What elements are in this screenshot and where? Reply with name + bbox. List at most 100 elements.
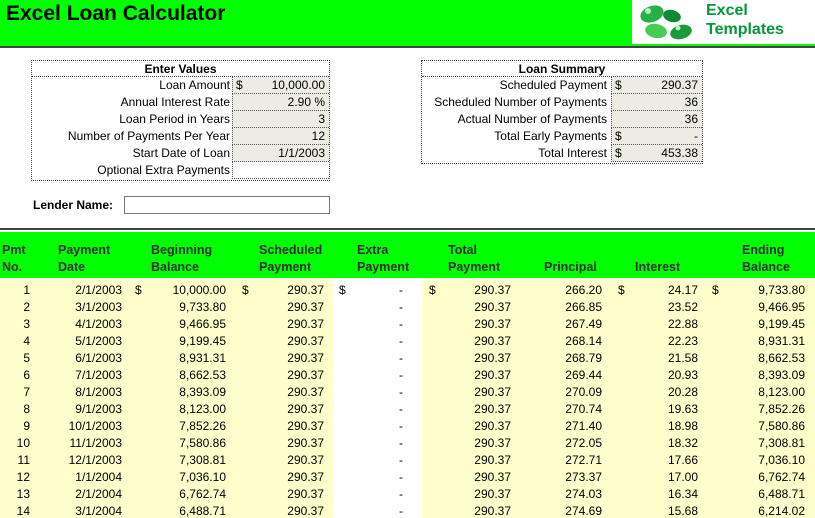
interest-cell: 22.88 (667, 317, 698, 331)
ending-balance-cell: 6,762.74 (758, 470, 805, 484)
payment-date-cell: 8/1/2003 (75, 385, 122, 399)
loan-summary-row: Total Early Payments $ - (422, 128, 702, 145)
total-payment-cell: 290.37 (474, 419, 511, 433)
summary-label: Scheduled Number of Payments (434, 95, 607, 109)
loan-summary-title: Loan Summary (422, 61, 702, 77)
schedule-row: 9 10/1/2003 7,852.26 290.37 - 290.37 271.40 18.… (0, 418, 815, 435)
loan-summary-row: Scheduled Number of Payments 36 (422, 94, 702, 111)
pmt-no-cell: 14 (16, 504, 30, 518)
field-value: 3 (318, 112, 325, 126)
principal-cell: 274.69 (565, 504, 602, 518)
header-line: Ending (742, 243, 785, 257)
col-interest-header: Interest (635, 259, 680, 276)
total-payment-cell: 290.37 (474, 368, 511, 382)
summary-value: 36 (684, 112, 698, 126)
ending-balance-cell: 6,488.71 (758, 487, 805, 501)
interest-cell: 20.93 (667, 368, 698, 382)
currency-symbol: $ (615, 129, 622, 143)
principal-cell: 266.85 (565, 300, 602, 314)
lender-name-input[interactable] (124, 196, 330, 214)
summary-value-cell: $453.38 (611, 145, 702, 162)
logo-text-line1: Excel (706, 2, 748, 19)
extra-payment-cell: - (399, 504, 403, 518)
extra-payment-cell: - (399, 453, 403, 467)
beginning-balance-cell: 9,733.80 (179, 300, 226, 314)
col-ending-balance-header: Ending Balance (742, 242, 790, 276)
payment-date-cell: 2/1/2004 (75, 487, 122, 501)
beginning-balance-cell: 10,000.00 (172, 283, 226, 297)
header-line: No. (2, 260, 23, 274)
field-label: Optional Extra Payments (97, 163, 230, 177)
header-line: Date (58, 260, 86, 274)
header-line: Balance (151, 260, 199, 274)
scheduled-payment-cell: 290.37 (287, 283, 324, 297)
field-input[interactable] (232, 162, 329, 179)
payment-date-cell: 3/1/2003 (75, 300, 122, 314)
interest-cell: 18.32 (667, 436, 698, 450)
ending-balance-cell: 7,036.10 (758, 453, 805, 467)
currency-symbol: $ (242, 283, 249, 297)
pmt-no-cell: 11 (17, 453, 30, 467)
extra-payment-cell: - (399, 283, 403, 297)
enter-values-row: Loan Amount $10,000.00 (32, 77, 329, 94)
pmt-no-cell: 9 (23, 419, 30, 433)
interest-cell: 15.68 (667, 504, 698, 518)
schedule-header: Pmt No. Payment Date Beginning Balance S… (0, 232, 815, 278)
interest-cell: 21.58 (667, 351, 698, 365)
extra-payment-cell: - (399, 351, 403, 365)
header-line: Pmt (2, 243, 26, 257)
header-line: Scheduled (259, 243, 323, 257)
interest-cell: 24.17 (667, 283, 698, 297)
field-input[interactable]: 12 (232, 128, 329, 145)
scheduled-payment-cell: 290.37 (287, 419, 324, 433)
header-line: Balance (742, 260, 790, 274)
ending-balance-cell: 7,580.86 (758, 419, 805, 433)
field-input[interactable]: $10,000.00 (232, 77, 329, 94)
extra-payment-cell: - (399, 317, 403, 331)
extra-payment-cell: - (399, 300, 403, 314)
currency-symbol: $ (236, 78, 243, 92)
payment-date-cell: 7/1/2003 (75, 368, 122, 382)
enter-values-row: Start Date of Loan 1/1/2003 (32, 145, 329, 162)
principal-cell: 272.05 (565, 436, 602, 450)
schedule-row: 7 8/1/2003 8,393.09 290.37 - 290.37 270.09 20.2… (0, 384, 815, 401)
principal-cell: 268.79 (565, 351, 602, 365)
pmt-no-cell: 8 (23, 402, 30, 416)
col-extra-payment-header: Extra Payment (357, 242, 409, 276)
currency-symbol: $ (429, 283, 436, 297)
total-payment-cell: 290.37 (474, 453, 511, 467)
total-payment-cell: 290.37 (474, 351, 511, 365)
title-bar: Excel Loan Calculator Excel Templates (0, 0, 815, 46)
summary-value-cell: $ - (611, 128, 702, 145)
pmt-no-cell: 6 (23, 368, 30, 382)
interest-cell: 17.66 (667, 453, 698, 467)
field-input[interactable]: 1/1/2003 (232, 145, 329, 162)
interest-cell: 19.63 (667, 402, 698, 416)
interest-cell: 20.28 (667, 385, 698, 399)
schedule-row: 3 4/1/2003 9,466.95 290.37 - 290.37 267.49 22.8… (0, 316, 815, 333)
pmt-no-cell: 13 (16, 487, 30, 501)
interest-cell: 23.52 (667, 300, 698, 314)
enter-values-row: Number of Payments Per Year 12 (32, 128, 329, 145)
beginning-balance-cell: 7,308.81 (179, 453, 226, 467)
pmt-no-cell: 10 (16, 436, 30, 450)
header-line: Payment (259, 260, 312, 274)
pmt-no-cell: 5 (23, 351, 30, 365)
field-label: Start Date of Loan (132, 146, 230, 160)
pmt-no-cell: 1 (23, 283, 30, 297)
schedule-row: 2 3/1/2003 9,733.80 290.37 - 290.37 266.85 23.5… (0, 299, 815, 316)
enter-values-row: Optional Extra Payments (32, 162, 329, 179)
field-input[interactable]: 2.90 % (232, 94, 329, 111)
swirl-logo-icon (640, 5, 692, 40)
beginning-balance-cell: 9,199.45 (179, 334, 226, 348)
scheduled-payment-cell: 290.37 (287, 317, 324, 331)
extra-payment-cell: - (399, 334, 403, 348)
summary-value-cell: 36 (611, 94, 702, 111)
summary-value-cell: $290.37 (611, 77, 702, 94)
divider-top (0, 46, 815, 48)
beginning-balance-cell: 6,762.74 (179, 487, 226, 501)
principal-cell: 270.74 (565, 402, 602, 416)
header-line: Total (448, 243, 477, 257)
app-title: Excel Loan Calculator (6, 2, 226, 25)
field-input[interactable]: 3 (232, 111, 329, 128)
